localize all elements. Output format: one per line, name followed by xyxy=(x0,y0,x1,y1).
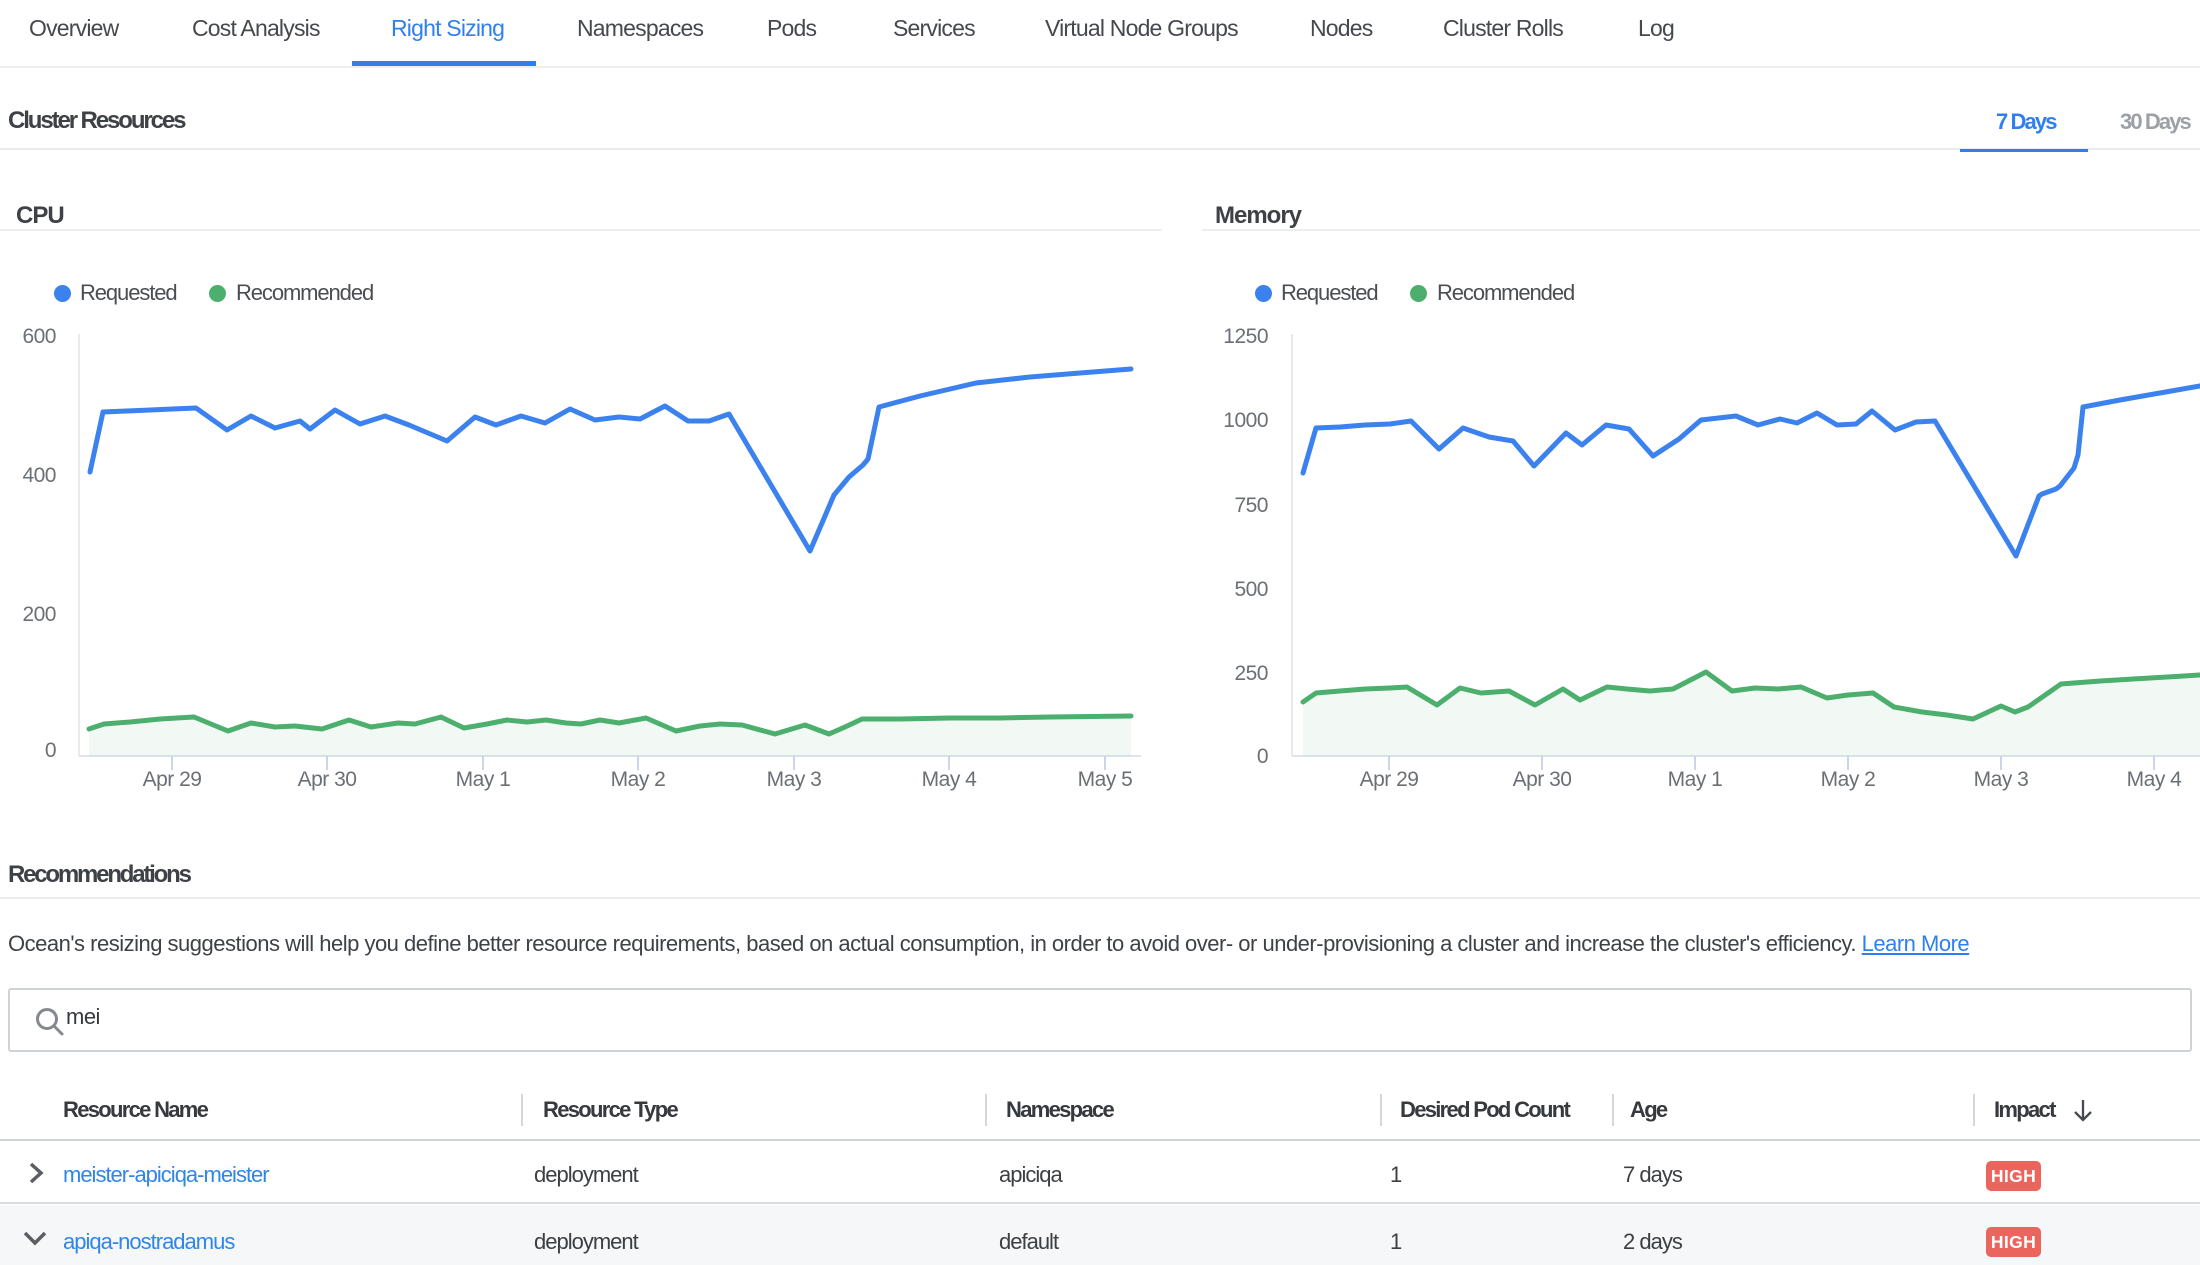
svg-text:500: 500 xyxy=(1234,578,1268,601)
svg-text:200: 200 xyxy=(22,603,56,626)
svg-text:Apr 29: Apr 29 xyxy=(143,768,202,791)
svg-text:0: 0 xyxy=(1257,745,1268,768)
svg-text:Apr 30: Apr 30 xyxy=(1513,768,1572,791)
svg-text:May 1: May 1 xyxy=(1668,768,1723,791)
svg-text:Apr 30: Apr 30 xyxy=(298,768,357,791)
svg-text:750: 750 xyxy=(1234,494,1268,517)
svg-text:May 4: May 4 xyxy=(922,768,978,791)
svg-text:May 5: May 5 xyxy=(1078,768,1133,791)
svg-text:400: 400 xyxy=(22,464,56,487)
svg-text:Apr 29: Apr 29 xyxy=(1360,768,1419,791)
svg-text:1000: 1000 xyxy=(1223,409,1268,432)
svg-text:May 1: May 1 xyxy=(456,768,511,791)
svg-text:May 2: May 2 xyxy=(611,768,666,791)
svg-text:May 3: May 3 xyxy=(1974,768,2029,791)
svg-text:May 2: May 2 xyxy=(1821,768,1876,791)
svg-text:250: 250 xyxy=(1234,662,1268,685)
svg-text:1250: 1250 xyxy=(1223,325,1268,348)
svg-text:May 4: May 4 xyxy=(2127,768,2183,791)
svg-text:0: 0 xyxy=(45,739,56,762)
svg-text:May 3: May 3 xyxy=(767,768,822,791)
svg-text:600: 600 xyxy=(22,325,56,348)
